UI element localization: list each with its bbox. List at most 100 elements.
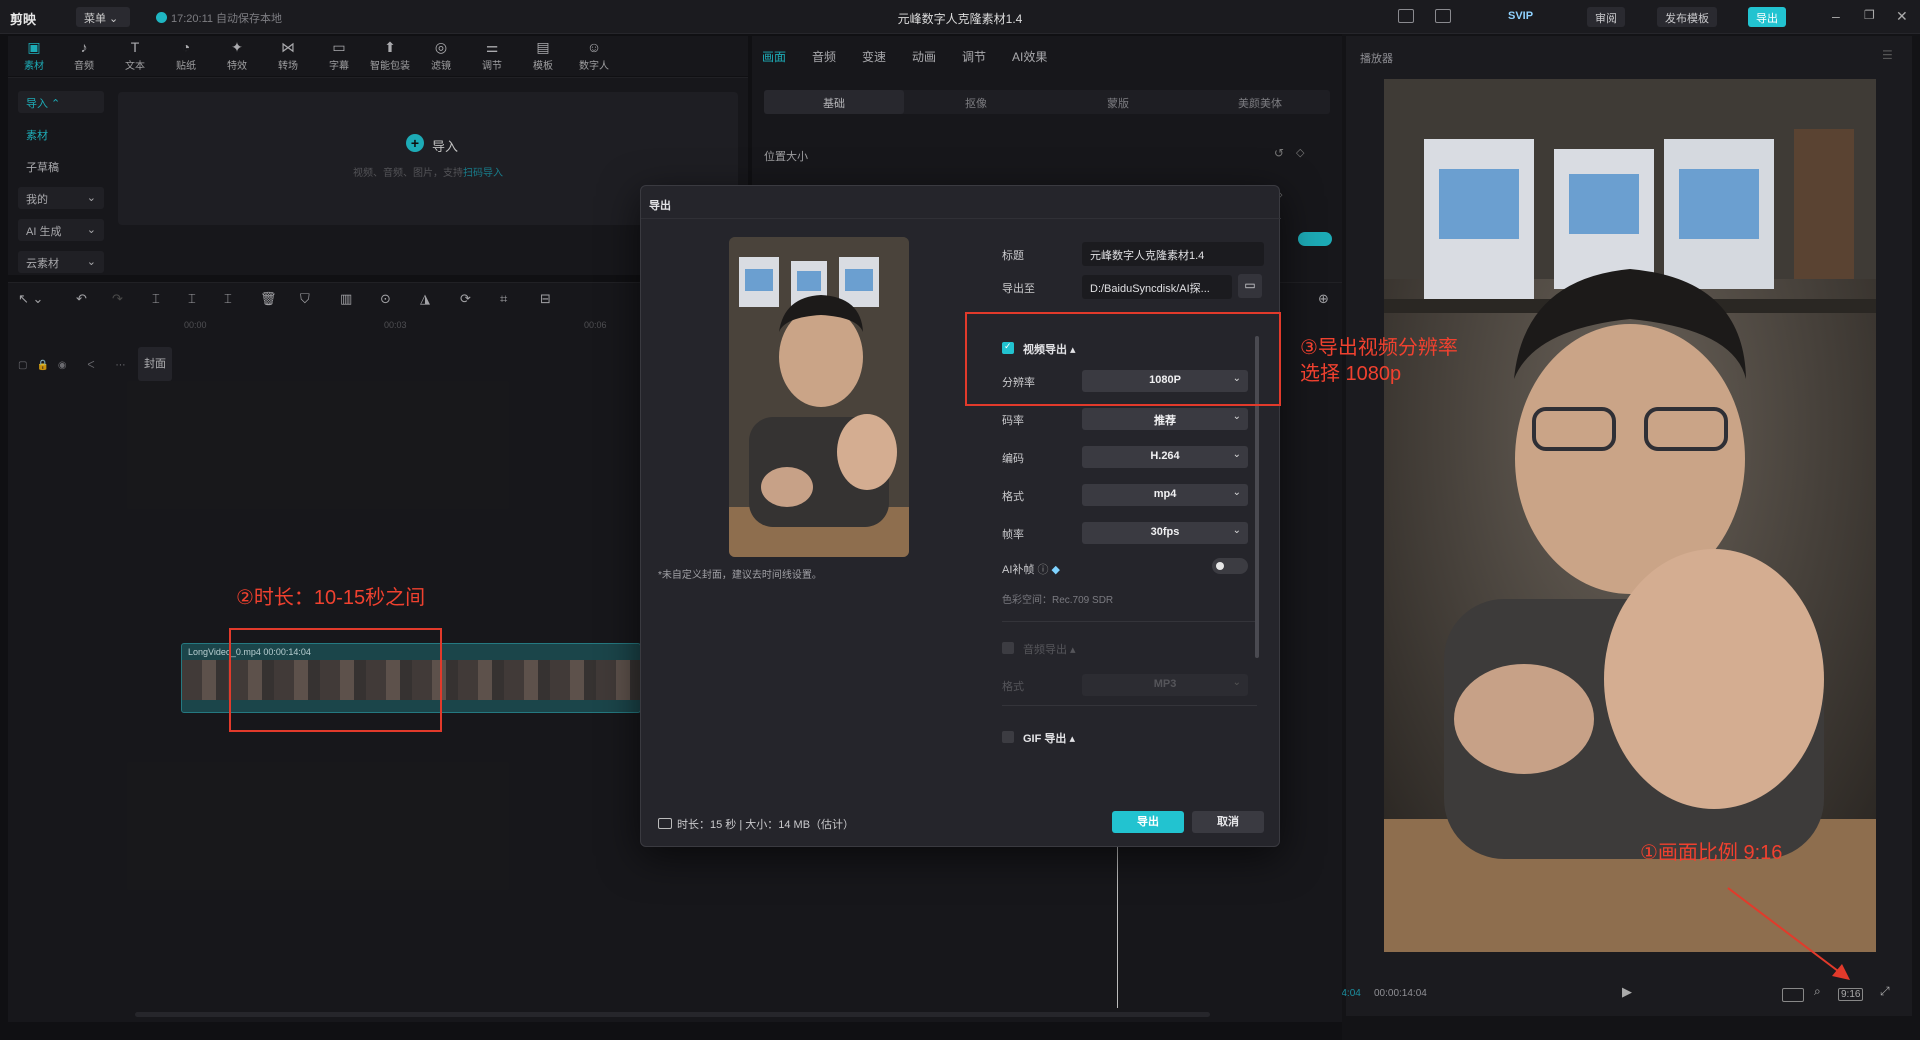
publish-template-button[interactable]: 发布模板 (1657, 7, 1717, 27)
export-button[interactable]: 导出 (1112, 811, 1184, 833)
reset-icon[interactable]: ↺ (1274, 146, 1284, 160)
tab-ai-effects[interactable]: AI效果 (1012, 48, 1047, 65)
cancel-button[interactable]: 取消 (1192, 811, 1264, 833)
tool-filter[interactable]: ◎ 滤镜 (419, 40, 463, 73)
subtab-cutout[interactable]: 抠像 (906, 95, 1046, 111)
tool-label: 模板 (533, 61, 553, 72)
timeline-scrollbar[interactable] (135, 1012, 1210, 1017)
play-icon[interactable]: ▶ (1622, 984, 1632, 1000)
fit-icon[interactable] (1782, 988, 1804, 1002)
bitrate-label: 码率 (1002, 415, 1024, 427)
shield-icon[interactable]: ⛉ (300, 291, 310, 307)
cover-image (729, 237, 909, 557)
plus-icon: + (406, 134, 424, 152)
rotate-icon[interactable]: ⟳ (460, 291, 471, 307)
panel-layout-icon[interactable] (1435, 9, 1451, 23)
audio-export-checkbox[interactable] (1002, 642, 1014, 654)
framerate-select[interactable]: 30fps ⌄ (1082, 522, 1248, 544)
window-title: 元峰数字人克隆素材1.4 (897, 12, 1023, 26)
tool-template[interactable]: ▤ 模板 (521, 40, 565, 73)
sidebar-item-label: 子草稿 (26, 162, 59, 174)
menu-lines-icon[interactable]: ☰ (1882, 48, 1893, 62)
ai-frame-toggle[interactable] (1212, 558, 1248, 574)
zoom-icon[interactable]: ⌕ (1814, 984, 1821, 999)
subtab-mask[interactable]: 蒙版 (1048, 95, 1188, 111)
svip-badge[interactable]: SVIP (1500, 7, 1541, 27)
autosave-status: 17:20:11 自动保存本地 (156, 10, 282, 26)
divider (641, 218, 1281, 219)
track-controls[interactable]: ▢🔒◉ ᐸ ⋯ (18, 360, 134, 371)
zoom-in-icon[interactable]: ⊕ (1318, 291, 1329, 307)
toggle-switch[interactable] (1298, 232, 1332, 246)
import-hint-text: 视频、音频、图片，支持 (353, 168, 463, 179)
tool-effects[interactable]: ✦ 特效 (215, 40, 259, 73)
auto-caption-icon[interactable]: ⊟ (540, 291, 551, 307)
format-select[interactable]: mp4 ⌄ (1082, 484, 1248, 506)
codec-select[interactable]: H.264 ⌄ (1082, 446, 1248, 468)
sidebar-item-mine[interactable]: 我的 ⌄ (18, 187, 104, 209)
tab-speed[interactable]: 变速 (862, 48, 886, 65)
split-right-icon[interactable]: ⌶ (224, 291, 232, 307)
tab-picture[interactable]: 画面 (762, 48, 786, 65)
tool-digital-human[interactable]: ☺ 数字人 (572, 39, 616, 73)
split-left-icon[interactable]: ⌶ (188, 291, 196, 307)
tab-audio[interactable]: 音频 (812, 48, 836, 65)
keyframe-icon[interactable]: ◇ (1296, 146, 1304, 159)
sidebar-item-cloud[interactable]: 云素材 ⌄ (18, 251, 104, 273)
maximize-icon[interactable]: ❐ (1864, 8, 1875, 22)
cover-preview[interactable] (729, 237, 909, 557)
mirror-icon[interactable]: ◮ (420, 291, 430, 307)
close-icon[interactable]: ✕ (1896, 8, 1908, 25)
menu-button[interactable]: 菜单 ⌄ (76, 7, 130, 27)
sidebar-item-subdraft[interactable]: 子草稿 (18, 155, 104, 177)
cover-button[interactable]: 封面 (138, 347, 172, 381)
framerate-value: 30fps (1150, 526, 1180, 538)
title-input[interactable]: 元峰数字人克隆素材1.4 (1082, 242, 1264, 266)
bitrate-select[interactable]: 推荐 ⌄ (1082, 408, 1248, 430)
tool-smart-pack[interactable]: ⬆ 智能包装 (368, 40, 412, 73)
minimize-icon[interactable]: – (1832, 8, 1840, 24)
subtab-row: 基础 抠像 蒙版 美颜美体 (764, 90, 1330, 114)
tool-text[interactable]: T 文本 (113, 40, 157, 73)
tab-adjust[interactable]: 调节 (962, 48, 986, 65)
subtab-beauty[interactable]: 美颜美体 (1190, 95, 1330, 111)
crop-icon[interactable]: ⌗ (500, 291, 507, 307)
subtab-basic[interactable]: 基础 (764, 90, 904, 114)
app-logo: 剪映 (10, 12, 37, 27)
playhead[interactable] (1117, 842, 1118, 1008)
split-icon[interactable]: ⌶ (152, 291, 160, 307)
export-path-input[interactable]: D:/BaiduSyncdisk/AI探... (1082, 275, 1232, 299)
tool-subtitle[interactable]: ▭ 字幕 (317, 39, 361, 73)
subtitle-icon: ▭ (332, 39, 346, 55)
sidebar-item-import[interactable]: 导入 ⌃ (18, 91, 104, 113)
dialog-title: 导出 (649, 200, 671, 212)
ratio-button[interactable]: 9:16 (1838, 988, 1864, 1001)
tool-transition[interactable]: ⋈ 转场 (266, 40, 310, 73)
media-icon: ▣ (27, 39, 41, 55)
digital-human-icon: ☺ (586, 39, 602, 55)
tool-audio[interactable]: ♪ 音频 (62, 40, 106, 73)
folder-icon[interactable]: ▭ (1238, 274, 1262, 298)
publish-template-label: 发布模板 (1665, 13, 1709, 25)
tool-media[interactable]: ▣ 素材 (12, 39, 56, 73)
chevron-down-icon: ⌄ (1232, 411, 1241, 422)
delete-icon[interactable]: 🗑 (260, 291, 277, 307)
review-button[interactable]: 审阅 (1587, 7, 1625, 27)
tab-animation[interactable]: 动画 (912, 48, 936, 65)
select-cursor-icon[interactable]: ↖ ⌄ (18, 291, 43, 307)
tool-adjust[interactable]: ⚌ 调节 (470, 40, 514, 73)
tool-sticker[interactable]: ◔ 贴纸 (164, 40, 208, 73)
scan-import-link[interactable]: 扫码导入 (463, 168, 503, 179)
sidebar-item-label: 导入 (26, 98, 48, 110)
color-space-text: 色彩空间：Rec.709 SDR (1002, 595, 1114, 606)
freeze-icon[interactable]: ▥ (340, 291, 352, 307)
sidebar-item-ai-generate[interactable]: AI 生成 ⌄ (18, 219, 104, 241)
redo-icon[interactable]: ↷ (112, 291, 123, 307)
fullscreen-icon[interactable]: ⤢ (1880, 984, 1890, 999)
undo-icon[interactable]: ↶ (76, 291, 87, 307)
sidebar-item-material[interactable]: 素材 (18, 123, 104, 145)
layout-icon[interactable] (1398, 9, 1414, 23)
top-export-button[interactable]: 导出 (1748, 7, 1786, 27)
gif-export-checkbox[interactable] (1002, 731, 1014, 743)
reverse-icon[interactable]: ⊙ (380, 291, 391, 307)
